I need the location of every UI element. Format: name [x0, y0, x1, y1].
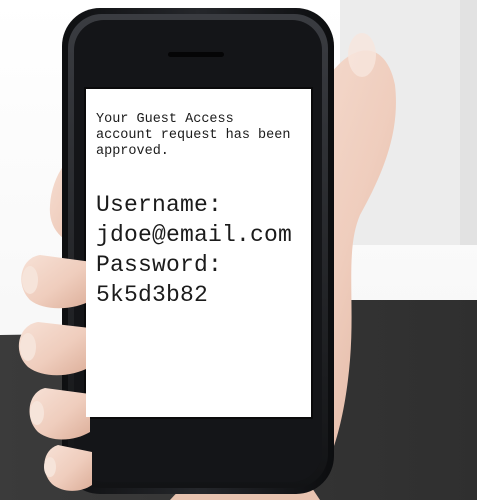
password-label: Password:	[96, 252, 223, 278]
username-value: jdoe@email.com	[96, 222, 293, 248]
username-label: Username:	[96, 192, 223, 218]
photo-scene: Your Guest Access account request has be…	[0, 0, 477, 500]
sms-message-text: Your Guest Access account request has be…	[96, 112, 291, 159]
password-value: 5k5d3b82	[96, 282, 209, 308]
earpiece	[168, 52, 224, 57]
phone-screen: Your Guest Access account request has be…	[86, 89, 311, 417]
credentials-block: Username: jdoe@email.com Password: 5k5d3…	[96, 190, 303, 310]
